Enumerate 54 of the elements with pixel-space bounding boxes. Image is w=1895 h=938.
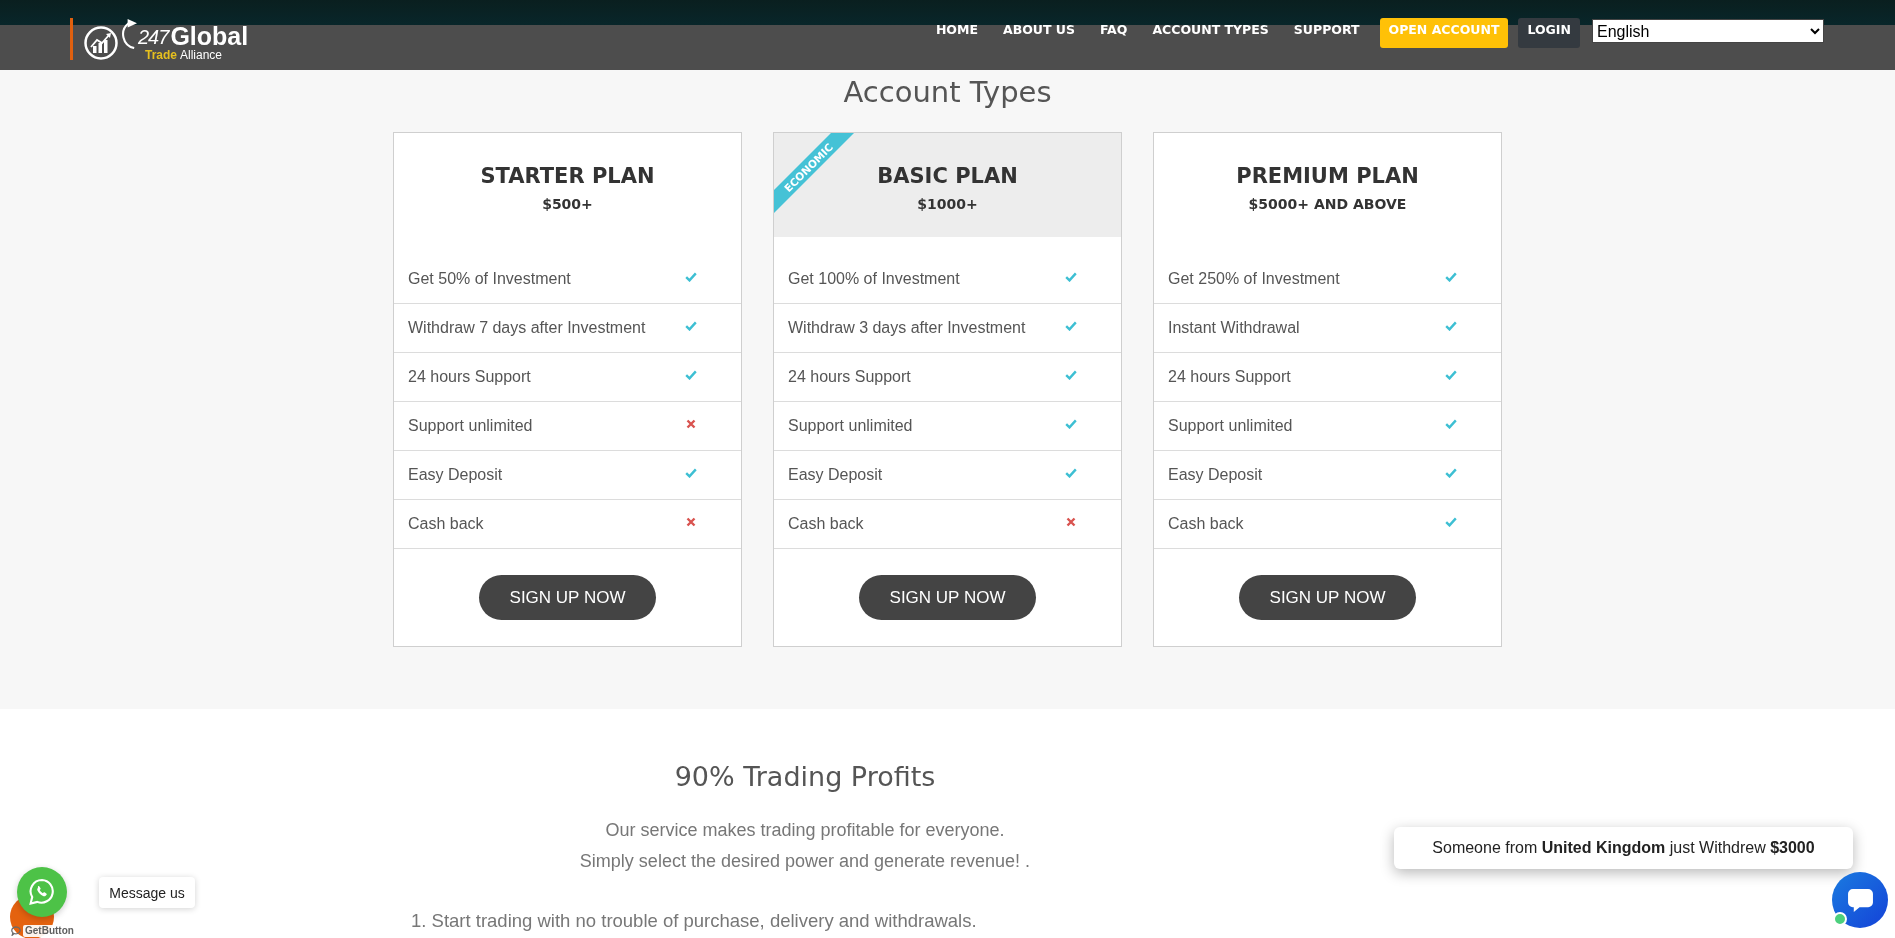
nav-link[interactable]: HOME	[935, 18, 978, 42]
message-tooltip: Message us	[99, 877, 195, 908]
logo-tagline-word: Trade	[145, 48, 177, 62]
speech-bubble-icon	[11, 926, 21, 936]
feature-text: Get 100% of Investment	[788, 270, 960, 288]
message-button[interactable]	[17, 867, 67, 917]
feature-text: 24 hours Support	[1168, 368, 1291, 386]
powered-by-text: GetButton	[23, 925, 76, 937]
chat-button[interactable]	[1832, 872, 1888, 928]
logo-name: Global	[170, 22, 249, 50]
phone-speech-bubble-icon	[28, 878, 56, 906]
feature-text: Support unlimited	[408, 417, 533, 435]
plan-price: $5000+ AND ABOVE	[1248, 195, 1407, 214]
feature-text: Get 250% of Investment	[1168, 270, 1340, 288]
nav-link[interactable]: ABOUT US	[1003, 18, 1075, 42]
feature-text: Withdraw 3 days after Investment	[788, 319, 1026, 337]
feature-text: Withdraw 7 days after Investment	[408, 319, 646, 337]
nav-link[interactable]: FAQ	[1100, 18, 1128, 42]
logo-tagline-word: Alliance	[180, 48, 223, 62]
sign-up-button[interactable]: SIGN UP NOW	[479, 575, 656, 620]
logo-number: 247	[138, 25, 169, 50]
nav-button[interactable]: LOGIN	[1518, 18, 1580, 48]
plan-name: BASIC PLAN	[877, 163, 1018, 190]
plan-price: $500+	[542, 195, 593, 214]
feature-text: Easy Deposit	[788, 466, 883, 484]
feature-text: Cash back	[788, 515, 864, 533]
plan-name: STARTER PLAN	[480, 163, 655, 190]
sign-up-button[interactable]: SIGN UP NOW	[1239, 575, 1416, 620]
intro-text: Our service makes trading profitable for everyone.	[605, 820, 1005, 840]
feature-text: Cash back	[408, 515, 484, 533]
feature-text: Easy Deposit	[1168, 466, 1263, 484]
section-title: 90% Trading Profits	[674, 760, 936, 794]
feature-text: Easy Deposit	[408, 466, 503, 484]
plan-price: $1000+	[917, 195, 978, 214]
feature-text: Cash back	[1168, 515, 1244, 533]
accent-bar	[70, 18, 73, 60]
feature-text: 24 hours Support	[408, 368, 531, 386]
list-item: 1. Start trading with no trouble of purchase, delivery and withdrawals.	[411, 910, 977, 931]
feature-text: Instant Withdrawal	[1168, 319, 1300, 337]
nav-link[interactable]: SUPPORT	[1293, 18, 1360, 42]
language-select[interactable]: English	[1592, 19, 1824, 43]
section-title: Account Types	[843, 74, 1052, 110]
nav-link[interactable]: ACCOUNT TYPES	[1152, 18, 1269, 42]
chart-circle-icon	[84, 26, 118, 60]
curved-arrow-icon	[122, 19, 137, 49]
sign-up-button[interactable]: SIGN UP NOW	[859, 575, 1036, 620]
feature-text: 24 hours Support	[788, 368, 911, 386]
feature-text: Get 50% of Investment	[408, 270, 571, 288]
notification-toast: Someone from United Kingdom just Withdrew $3000	[1394, 827, 1853, 869]
intro-text: Simply select the desired power and generate revenue! .	[579, 851, 1031, 871]
feature-text: Support unlimited	[1168, 417, 1293, 435]
plan-name: PREMIUM PLAN	[1236, 163, 1419, 190]
feature-text: Support unlimited	[788, 417, 913, 435]
speech-bubble-icon	[1847, 888, 1873, 912]
